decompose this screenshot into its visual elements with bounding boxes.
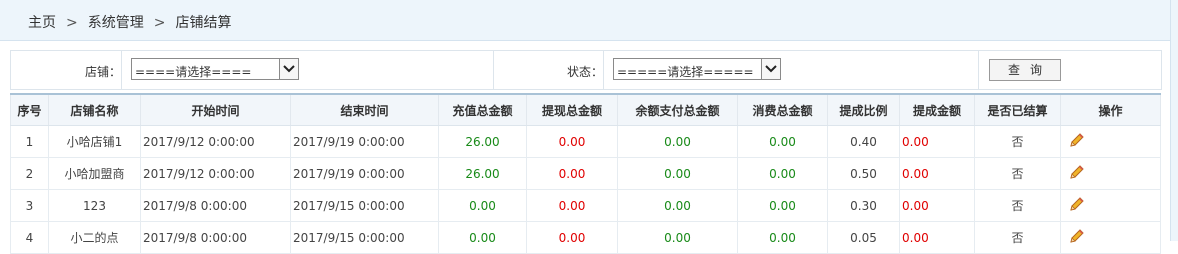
header-cell: 店铺名称 <box>48 93 141 126</box>
cell-ratio: 0.50 <box>827 157 900 190</box>
header-cell: 提成比例 <box>827 93 900 126</box>
cell-no: 1 <box>10 125 49 158</box>
cell-recharge: 0.00 <box>438 221 527 254</box>
table-row: 4 小二的点 2017/9/8 0:00:00 2017/9/15 0:00:00 0.… <box>10 221 1161 254</box>
breadcrumb-system[interactable]: 系统管理 <box>88 15 144 31</box>
cell-recharge: 0.00 <box>438 189 527 222</box>
cell-end: 2017/9/15 0:00:00 <box>290 221 439 254</box>
cell-settled: 否 <box>974 157 1061 190</box>
breadcrumb-separator: > <box>153 15 166 31</box>
status-label: 状态： <box>566 65 603 79</box>
cell-no: 4 <box>10 221 49 254</box>
cell-shop: 123 <box>48 189 141 222</box>
breadcrumb-bar: 主页 > 系统管理 > 店铺结算 <box>0 0 1171 41</box>
header-cell: 提现总金额 <box>526 93 618 126</box>
cell-settled: 否 <box>974 125 1061 158</box>
breadcrumb-home[interactable]: 主页 <box>28 15 56 31</box>
chevron-down-icon[interactable] <box>761 59 780 79</box>
cell-balance-pay: 0.00 <box>617 189 738 222</box>
cell-ratio: 0.05 <box>827 221 900 254</box>
cell-commission: 0.00 <box>899 189 975 222</box>
status-select-value: =====请选择===== <box>617 65 754 79</box>
cell-consume: 0.00 <box>737 157 828 190</box>
cell-consume: 0.00 <box>737 221 828 254</box>
settlement-table: 序号 店铺名称 开始时间 结束时间 充值总金额 提现总金额 余额支付总金额 消费… <box>10 93 1161 254</box>
header-cell: 充值总金额 <box>438 93 527 126</box>
cell-recharge: 26.00 <box>438 125 527 158</box>
status-select-cell: =====请选择===== <box>603 51 979 89</box>
header-cell: 消费总金额 <box>737 93 828 126</box>
cell-withdraw: 0.00 <box>526 157 618 190</box>
cell-action <box>1060 221 1161 254</box>
cell-withdraw: 0.00 <box>526 125 618 158</box>
header-cell: 余额支付总金额 <box>617 93 738 126</box>
table-row: 1 小哈店铺1 2017/9/12 0:00:00 2017/9/19 0:00:00… <box>10 125 1161 158</box>
header-cell: 提成金额 <box>899 93 975 126</box>
cell-consume: 0.00 <box>737 189 828 222</box>
cell-shop: 小哈加盟商 <box>48 157 141 190</box>
cell-ratio: 0.40 <box>827 125 900 158</box>
breadcrumb-current: 店铺结算 <box>175 15 232 31</box>
breadcrumb: 主页 > 系统管理 > 店铺结算 <box>28 12 231 32</box>
cell-end: 2017/9/19 0:00:00 <box>290 157 439 190</box>
cell-withdraw: 0.00 <box>526 221 618 254</box>
cell-commission: 0.00 <box>899 157 975 190</box>
cell-start: 2017/9/12 0:00:00 <box>140 157 291 190</box>
cell-action <box>1060 189 1161 222</box>
cell-start: 2017/9/12 0:00:00 <box>140 125 291 158</box>
pencil-edit-icon[interactable] <box>1069 164 1085 183</box>
frame-edge <box>1170 0 1178 241</box>
cell-settled: 否 <box>974 221 1061 254</box>
shop-select-cell: ====请选择==== <box>121 51 494 89</box>
status-select[interactable]: =====请选择===== <box>613 58 781 80</box>
query-button[interactable]: 查询 <box>989 59 1061 81</box>
cell-balance-pay: 0.00 <box>617 157 738 190</box>
cell-shop: 小哈店铺1 <box>48 125 141 158</box>
cell-action <box>1060 125 1161 158</box>
pencil-edit-icon[interactable] <box>1069 196 1085 215</box>
cell-commission: 0.00 <box>899 221 975 254</box>
shop-label-cell: 店铺： <box>11 51 122 89</box>
cell-shop: 小二的点 <box>48 221 141 254</box>
chevron-down-icon[interactable] <box>279 59 298 79</box>
pencil-edit-icon[interactable] <box>1069 132 1085 151</box>
cell-ratio: 0.30 <box>827 189 900 222</box>
cell-consume: 0.00 <box>737 125 828 158</box>
cell-end: 2017/9/19 0:00:00 <box>290 125 439 158</box>
cell-no: 3 <box>10 189 49 222</box>
cell-start: 2017/9/8 0:00:00 <box>140 221 291 254</box>
cell-balance-pay: 0.00 <box>617 221 738 254</box>
header-cell: 开始时间 <box>140 93 291 126</box>
status-label-cell: 状态： <box>493 51 604 89</box>
cell-start: 2017/9/8 0:00:00 <box>140 189 291 222</box>
table-row: 2 小哈加盟商 2017/9/12 0:00:00 2017/9/19 0:00:00… <box>10 157 1161 190</box>
header-cell: 结束时间 <box>290 93 439 126</box>
cell-settled: 否 <box>974 189 1061 222</box>
header-cell: 是否已结算 <box>974 93 1061 126</box>
shop-label: 店铺： <box>84 65 121 79</box>
table-header-row: 序号 店铺名称 开始时间 结束时间 充值总金额 提现总金额 余额支付总金额 消费… <box>10 93 1161 126</box>
filter-bar: 店铺： ====请选择==== 状态： =====请选择===== 查询 <box>10 50 1162 90</box>
shop-select-value: ====请选择==== <box>135 65 252 79</box>
cell-action <box>1060 157 1161 190</box>
table-row: 3 123 2017/9/8 0:00:00 2017/9/15 0:00:00 0.0… <box>10 189 1161 222</box>
shop-select[interactable]: ====请选择==== <box>131 58 299 80</box>
header-cell: 序号 <box>10 93 49 126</box>
cell-withdraw: 0.00 <box>526 189 618 222</box>
cell-balance-pay: 0.00 <box>617 125 738 158</box>
cell-commission: 0.00 <box>899 125 975 158</box>
pencil-edit-icon[interactable] <box>1069 228 1085 247</box>
cell-end: 2017/9/15 0:00:00 <box>290 189 439 222</box>
cell-no: 2 <box>10 157 49 190</box>
breadcrumb-separator: > <box>66 15 78 31</box>
cell-recharge: 26.00 <box>438 157 527 190</box>
header-cell: 操作 <box>1060 93 1161 126</box>
